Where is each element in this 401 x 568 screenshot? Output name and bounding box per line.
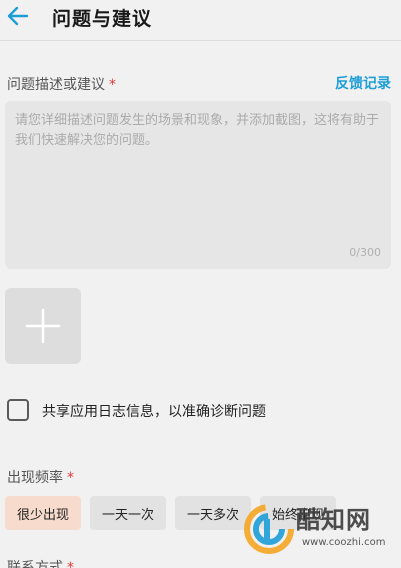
frequency-label: 出现频率 * [7, 470, 74, 486]
back-button[interactable] [6, 4, 30, 28]
description-textarea[interactable]: 请您详细描述问题发生的场景和现象，并添加截图，这将有助于我们快速解决您的问题。 … [5, 101, 391, 269]
frequency-option-many-times-a-day[interactable]: 一天多次 [175, 496, 251, 530]
description-placeholder: 请您详细描述问题发生的场景和现象，并添加截图，这将有助于我们快速解决您的问题。 [15, 113, 380, 148]
frequency-option-once-a-day[interactable]: 一天一次 [90, 496, 166, 530]
frequency-option-rarely[interactable]: 很少出现 [5, 496, 81, 530]
plus-icon [25, 308, 61, 344]
description-label: 问题描述或建议 * [7, 77, 116, 93]
watermark-logo-icon [244, 504, 294, 554]
watermark-url: www.coozhi.com [302, 537, 386, 548]
top-app-bar: 问题与建议 [0, 0, 401, 36]
add-screenshot-button[interactable] [5, 288, 81, 364]
watermark: 酷知网 www.coozhi.com [244, 498, 394, 560]
page-title: 问题与建议 [52, 8, 153, 30]
character-counter: 0/300 [349, 246, 381, 259]
header-divider [0, 40, 401, 41]
share-log-checkbox[interactable] [7, 399, 29, 421]
contact-label: 联系方式 * [7, 557, 74, 568]
arrow-left-icon [7, 6, 29, 26]
feedback-history-link[interactable]: 反馈记录 [335, 73, 391, 93]
watermark-brand: 酷知网 [296, 506, 371, 534]
required-mark: * [67, 560, 74, 568]
share-log-label: 共享应用日志信息，以准确诊断问题 [42, 404, 266, 420]
required-mark: * [67, 470, 74, 486]
required-mark: * [109, 77, 116, 93]
